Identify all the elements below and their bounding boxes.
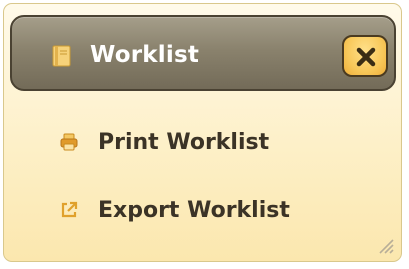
external-link-icon <box>60 201 78 219</box>
menu-item-label: Export Worklist <box>98 197 290 223</box>
menu-item-export-worklist[interactable]: Export Worklist <box>60 193 290 227</box>
worklist-panel: Worklist Print Worklist Export Worklist <box>3 3 402 262</box>
book-icon <box>52 45 72 67</box>
menu-item-print-worklist[interactable]: Print Worklist <box>60 125 269 159</box>
close-button[interactable] <box>342 35 388 77</box>
menu-item-label: Print Worklist <box>98 129 270 155</box>
panel-title: Worklist <box>90 42 200 68</box>
printer-icon <box>60 133 78 151</box>
panel-header: Worklist <box>10 15 396 91</box>
close-icon <box>356 47 376 67</box>
resize-grip-icon[interactable] <box>374 234 394 254</box>
